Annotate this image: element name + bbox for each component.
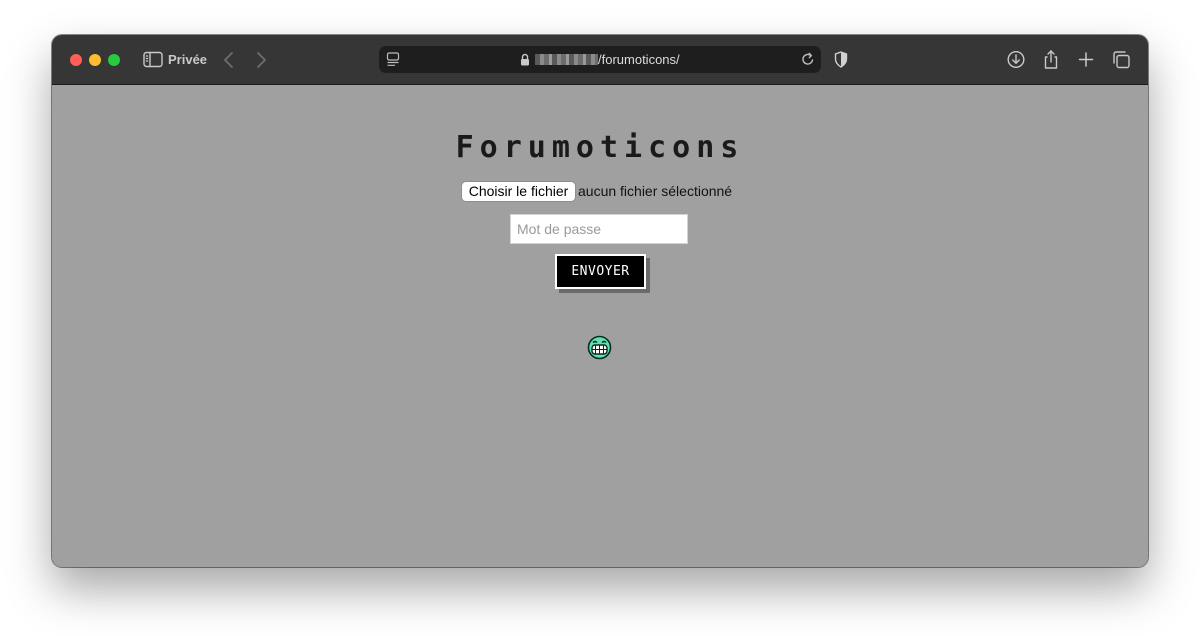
shield-icon[interactable] <box>834 51 848 68</box>
address-bar[interactable]: /forumoticons/ <box>379 46 821 73</box>
lock-icon <box>521 53 529 66</box>
file-status-text: aucun fichier sélectionné <box>578 183 733 199</box>
share-icon[interactable] <box>1041 49 1061 70</box>
grinning-emoticon-icon <box>587 335 612 360</box>
download-icon[interactable] <box>1006 49 1026 70</box>
new-tab-icon[interactable] <box>1076 49 1096 70</box>
forward-icon[interactable] <box>254 50 268 70</box>
page-title: Forumoticons <box>455 130 745 165</box>
url-path: /forumoticons/ <box>598 52 680 67</box>
minimize-window-button[interactable] <box>89 54 101 66</box>
url-host-redacted <box>535 54 598 65</box>
back-icon[interactable] <box>222 50 236 70</box>
private-mode-label: Privée <box>168 52 208 67</box>
password-field[interactable] <box>510 214 688 244</box>
browser-window: Privée /forumoticons/ Forumoticons Chois… <box>52 35 1148 567</box>
reload-icon[interactable] <box>801 52 815 67</box>
page-menu-icon[interactable] <box>386 52 402 67</box>
close-window-button[interactable] <box>70 54 82 66</box>
page-content: Forumoticons Choisir le fichier aucun fi… <box>52 85 1148 567</box>
zoom-window-button[interactable] <box>108 54 120 66</box>
browser-toolbar: Privée /forumoticons/ <box>52 35 1148 85</box>
choose-file-button[interactable]: Choisir le fichier <box>461 181 576 202</box>
submit-button[interactable]: ENVOYER <box>555 254 646 289</box>
sidebar-icon[interactable] <box>143 51 163 68</box>
tab-overview-icon[interactable] <box>1111 49 1131 70</box>
